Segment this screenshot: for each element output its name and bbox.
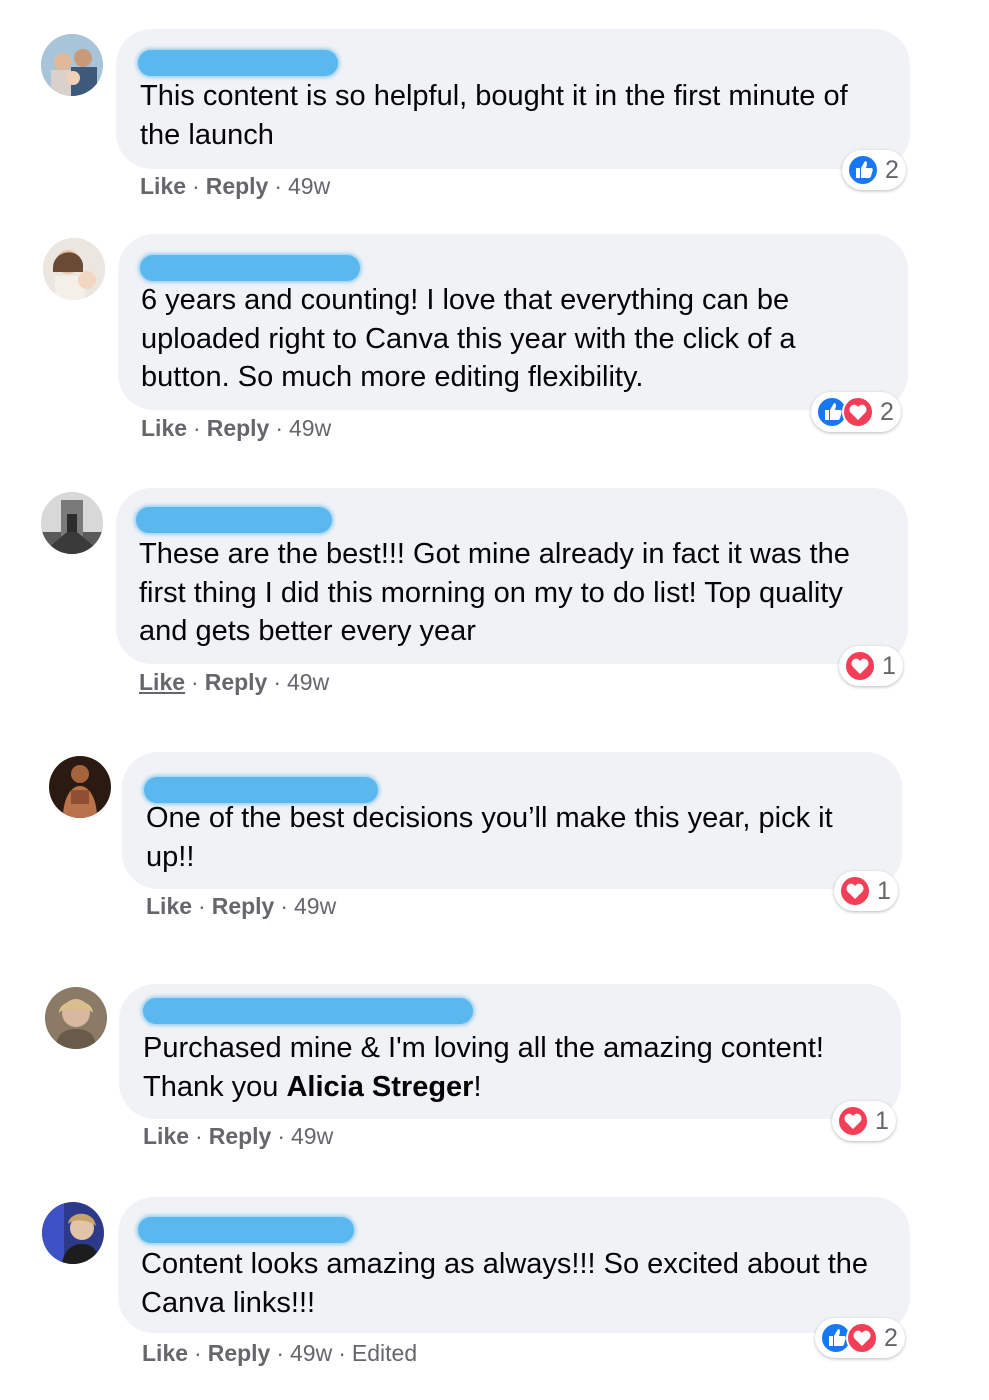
like-action[interactable]: Like bbox=[139, 669, 185, 695]
reaction-count: 1 bbox=[877, 876, 891, 905]
like-icon bbox=[847, 154, 879, 186]
love-icon bbox=[842, 396, 874, 428]
redacted-author-name bbox=[138, 1217, 354, 1243]
commenter-avatar[interactable] bbox=[43, 238, 105, 300]
reaction-summary[interactable]: 2 bbox=[815, 1318, 905, 1358]
like-action[interactable]: Like bbox=[141, 415, 187, 441]
love-icon bbox=[839, 875, 871, 907]
reaction-count: 2 bbox=[884, 1323, 898, 1352]
love-icon bbox=[846, 1322, 878, 1354]
reaction-summary[interactable]: 1 bbox=[839, 646, 903, 686]
reaction-count: 1 bbox=[882, 651, 896, 680]
comment-time[interactable]: 49w bbox=[288, 173, 330, 199]
comment-actions: Like · Reply · 49w bbox=[141, 415, 332, 441]
redacted-author-name bbox=[138, 50, 338, 76]
like-action[interactable]: Like bbox=[142, 1340, 188, 1366]
reply-action[interactable]: Reply bbox=[209, 1123, 272, 1149]
comment-text: These are the best!!! Got mine already i… bbox=[139, 538, 850, 647]
comment-actions: Like · Reply · 49w · Edited bbox=[142, 1340, 418, 1366]
reply-action[interactable]: Reply bbox=[205, 669, 268, 695]
comment-bubble: This content is so helpful, bought it in… bbox=[116, 29, 910, 169]
reaction-count: 2 bbox=[880, 397, 894, 426]
comment-bubble: One of the best decisions you’ll make th… bbox=[122, 752, 902, 889]
commenter-avatar[interactable] bbox=[42, 1202, 104, 1264]
comment-text: Content looks amazing as always!!! So ex… bbox=[141, 1248, 869, 1319]
comment-time[interactable]: 49w bbox=[290, 1340, 332, 1366]
love-icon bbox=[844, 650, 876, 682]
reply-action[interactable]: Reply bbox=[212, 893, 275, 919]
reply-action[interactable]: Reply bbox=[206, 173, 269, 199]
reaction-summary[interactable]: 2 bbox=[842, 150, 906, 190]
redacted-author-name bbox=[140, 255, 360, 281]
like-action[interactable]: Like bbox=[146, 893, 192, 919]
commenter-avatar[interactable] bbox=[49, 756, 111, 818]
comment-time[interactable]: 49w bbox=[289, 415, 331, 441]
love-icon bbox=[837, 1105, 869, 1137]
reply-action[interactable]: Reply bbox=[207, 415, 270, 441]
comment-time[interactable]: 49w bbox=[287, 669, 329, 695]
like-action[interactable]: Like bbox=[140, 173, 186, 199]
redacted-author-name bbox=[136, 507, 332, 533]
reaction-summary[interactable]: 1 bbox=[832, 1101, 896, 1141]
comment-bubble: Content looks amazing as always!!! So ex… bbox=[118, 1197, 910, 1333]
comment-text: One of the best decisions you’ll make th… bbox=[146, 802, 833, 873]
comment-text: This content is so helpful, bought it in… bbox=[140, 80, 848, 151]
like-action[interactable]: Like bbox=[143, 1123, 189, 1149]
comment-bubble: These are the best!!! Got mine already i… bbox=[116, 488, 908, 664]
reaction-count: 1 bbox=[875, 1106, 889, 1135]
reaction-count: 2 bbox=[885, 155, 899, 184]
comment-actions: Like · Reply · 49w bbox=[143, 1123, 334, 1149]
comment-actions: Like · Reply · 49w bbox=[139, 669, 330, 695]
comment-bubble: 6 years and counting! I love that everyt… bbox=[118, 234, 908, 410]
reaction-summary[interactable]: 1 bbox=[834, 871, 898, 911]
comment-text: Purchased mine & I'm loving all the amaz… bbox=[143, 1032, 824, 1103]
comment-bubble: Purchased mine & I'm loving all the amaz… bbox=[119, 984, 901, 1119]
edited-label[interactable]: Edited bbox=[352, 1340, 417, 1366]
comment-time[interactable]: 49w bbox=[291, 1123, 333, 1149]
commenter-avatar[interactable] bbox=[41, 492, 103, 554]
comment-text: 6 years and counting! I love that everyt… bbox=[141, 284, 796, 393]
mention-link[interactable]: Alicia Streger bbox=[286, 1071, 473, 1103]
comment-time[interactable]: 49w bbox=[294, 893, 336, 919]
comment-actions: Like · Reply · 49w bbox=[140, 173, 331, 199]
reply-action[interactable]: Reply bbox=[208, 1340, 271, 1366]
reaction-summary[interactable]: 2 bbox=[811, 392, 901, 432]
commenter-avatar[interactable] bbox=[45, 987, 107, 1049]
commenter-avatar[interactable] bbox=[41, 34, 103, 96]
comment-actions: Like · Reply · 49w bbox=[146, 893, 337, 919]
redacted-author-name bbox=[143, 998, 473, 1024]
